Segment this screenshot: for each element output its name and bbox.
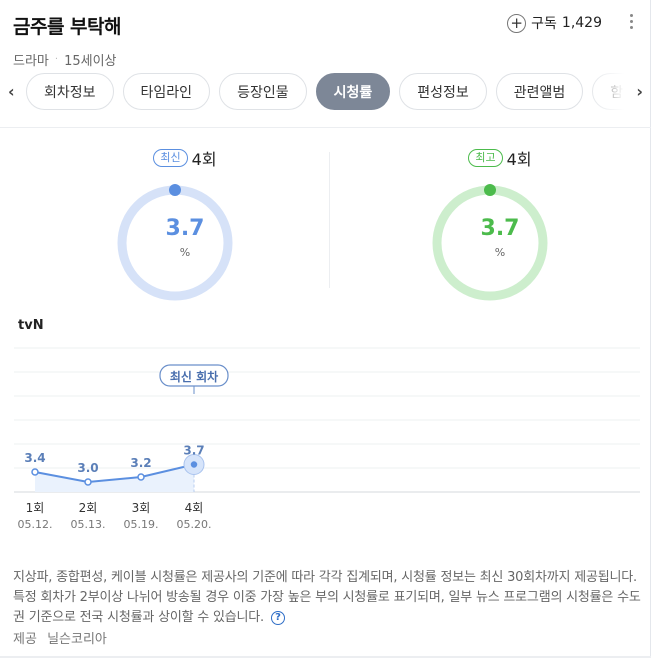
x-date-label: 05.13.	[71, 518, 106, 531]
rating-notice: 지상파, 종합편성, 케이블 시청률은 제공사의 기준에 따라 각각 집계되며,…	[13, 568, 643, 628]
latest-badge: 최신	[153, 149, 188, 167]
latest-donut	[117, 184, 233, 301]
genre: 드라마	[13, 54, 49, 69]
chevron-right-icon[interactable]: ›	[636, 82, 643, 101]
data-point	[31, 468, 39, 476]
latest-episode: 4회	[191, 150, 217, 169]
x-date-label: 05.19.	[124, 518, 159, 531]
chart-area	[35, 464, 194, 492]
data-source: 제공 닐슨코리아	[13, 628, 113, 647]
data-point	[190, 461, 198, 468]
more-options-icon[interactable]	[630, 14, 634, 29]
latest-unit: %	[179, 246, 191, 259]
page-title[interactable]: 금주를 부탁해	[13, 12, 122, 39]
help-icon[interactable]: ?	[270, 610, 285, 625]
channel-label: tvN	[18, 318, 44, 333]
subscribe-button[interactable]: + 구독 1,429	[507, 13, 602, 33]
tab-3[interactable]: 시청률	[315, 73, 391, 110]
highest-dot-marker	[484, 184, 496, 196]
x-tick-label: 2회	[79, 501, 98, 515]
chevron-left-icon[interactable]: ‹	[8, 82, 15, 101]
latest-value: 3.7	[165, 216, 205, 241]
highest-episode: 4회	[506, 150, 532, 169]
latest-episode-annotation: 최신 회차	[170, 369, 218, 384]
data-label: 3.0	[77, 461, 98, 475]
data-label: 3.4	[24, 451, 45, 465]
highest-value: 3.7	[480, 216, 520, 241]
highest-badge: 최고	[468, 149, 503, 167]
plus-icon: +	[507, 13, 527, 33]
tab-fade	[584, 73, 624, 111]
data-point	[137, 473, 145, 481]
highest-donut	[432, 184, 548, 301]
subscribe-count: 1,429	[561, 15, 602, 31]
latest-rating: 최신 4회 3.7 %	[115, 146, 255, 301]
divider	[0, 127, 651, 128]
tab-0[interactable]: 회차정보	[26, 73, 114, 110]
x-tick-label: 4회	[185, 501, 204, 515]
x-tick-label: 3회	[132, 501, 151, 515]
rating-line-chart: 3.4 1회 05.12. 3.0 2회 05.13. 3.2 3회 05.19. 3.7 4회 05…	[14, 347, 640, 531]
age-rating: 15세이상	[64, 54, 117, 69]
source-name: 닐슨코리아	[47, 632, 107, 647]
tab-bar: ‹ 회차정보타임라인등장인물시청률편성정보관련앨범함께 볼만한 ›	[0, 73, 651, 111]
highest-rating: 최고 4회 3.7 %	[430, 146, 570, 301]
x-tick-label: 1회	[26, 501, 45, 515]
tab-1[interactable]: 타임라인	[122, 73, 211, 110]
separator-dot: ·	[54, 54, 59, 65]
meta-info: 드라마 · 15세이상	[13, 50, 121, 69]
data-label: 3.2	[130, 456, 151, 470]
vertical-divider	[329, 152, 330, 288]
subscribe-label: 구독	[531, 16, 557, 32]
tab-4[interactable]: 편성정보	[399, 73, 487, 110]
x-date-label: 05.20.	[177, 518, 212, 531]
header: 금주를 부탁해 드라마 · 15세이상	[13, 12, 122, 69]
tab-list: 회차정보타임라인등장인물시청률편성정보관련앨범함께 볼만한	[26, 73, 624, 111]
tab-5[interactable]: 관련앨범	[495, 73, 584, 110]
drama-rating-card: 금주를 부탁해 드라마 · 15세이상 + 구독 1,429 ‹ 회차정보 타임라…	[0, 0, 651, 658]
data-point	[84, 478, 92, 486]
highest-unit: %	[494, 246, 506, 259]
source-label: 제공	[13, 632, 37, 647]
latest-dot-marker	[169, 184, 181, 196]
x-date-label: 05.12.	[18, 518, 53, 531]
data-label: 3.7	[183, 444, 204, 458]
tab-2[interactable]: 등장인물	[219, 73, 307, 110]
notice-text: 지상파, 종합편성, 케이블 시청률은 제공사의 기준에 따라 각각 집계되며,…	[13, 570, 641, 625]
